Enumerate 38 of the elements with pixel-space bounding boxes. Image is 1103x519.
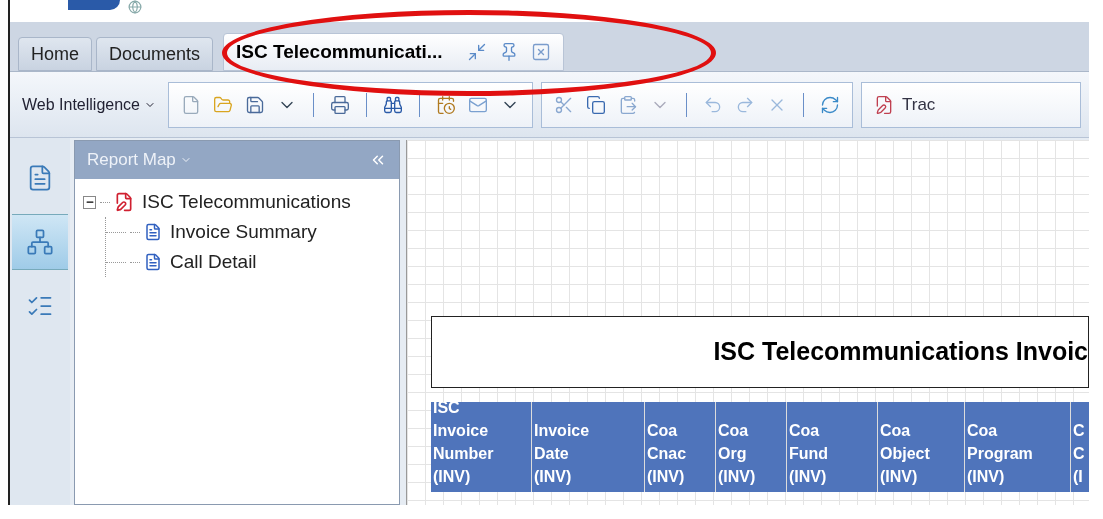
app-menu[interactable]: Web Intelligence (18, 92, 160, 117)
new-document-icon[interactable] (181, 94, 201, 115)
report-icon (144, 253, 162, 271)
globe-icon (128, 0, 142, 14)
print-icon[interactable] (330, 94, 350, 115)
find-icon[interactable] (383, 94, 403, 115)
restore-icon[interactable] (466, 42, 487, 62)
folder-icon[interactable] (213, 94, 233, 115)
document-icon (114, 192, 134, 212)
track-icon[interactable] (874, 94, 894, 115)
logo-banner (68, 0, 120, 10)
tab[interactable]: Documents (96, 37, 214, 71)
tab[interactable]: Home (18, 37, 92, 71)
column-header: ISC Invoice Number (INV) (431, 402, 531, 492)
column-header: Coa Object (INV) (878, 402, 964, 492)
track-label[interactable]: Trac (902, 91, 936, 118)
tree-view-icon (26, 228, 54, 256)
tree-item[interactable]: ISC Telecommunications (142, 187, 351, 217)
column-header: Invoice Date (INV) (532, 402, 644, 492)
tree-item[interactable]: Call Detail (170, 247, 257, 277)
collapse-toggle[interactable] (83, 195, 96, 209)
cut-icon[interactable] (554, 94, 574, 115)
copy-icon[interactable] (586, 94, 606, 115)
close-icon[interactable] (530, 42, 551, 62)
column-header: Coa Cnac (INV) (645, 402, 715, 492)
column-header: Coa Program (INV) (965, 402, 1070, 492)
tab[interactable]: ISC Telecommunicati... (223, 33, 564, 71)
save-icon[interactable] (245, 94, 265, 115)
paste-icon[interactable] (618, 94, 638, 115)
column-header: Coa Fund (INV) (787, 402, 877, 492)
side-tab[interactable] (12, 214, 68, 270)
column-header: Coa Org (INV) (716, 402, 786, 492)
tree-item[interactable]: Invoice Summary (170, 217, 317, 247)
report-icon (144, 223, 162, 241)
report-title: ISC Telecommunications Invoic (713, 336, 1088, 368)
schedule-icon[interactable] (436, 94, 456, 115)
refresh-icon[interactable] (820, 94, 840, 115)
column-header: C C (I (1071, 402, 1089, 492)
